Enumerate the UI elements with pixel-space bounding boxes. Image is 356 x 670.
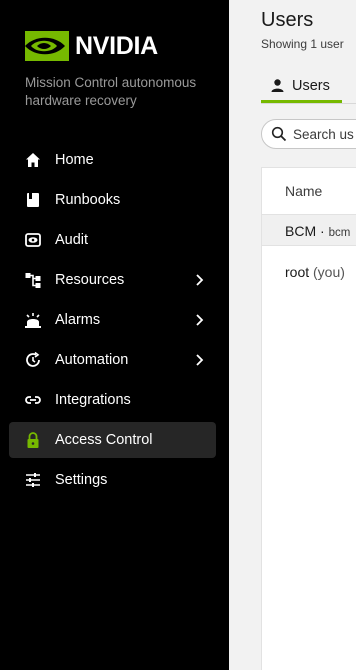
tab-label: Users	[292, 77, 330, 94]
link-icon	[24, 391, 42, 409]
sidebar: NVIDIA Mission Control autonomous hardwa…	[0, 0, 229, 670]
sliders-icon	[24, 471, 42, 489]
sidebar-nav: Home Runbooks Audit Resources Alarms Aut…	[9, 142, 216, 502]
tab-users[interactable]: Users	[261, 68, 330, 103]
sidebar-item-settings[interactable]: Settings	[9, 462, 216, 498]
table-header: Name	[262, 168, 356, 215]
group-name: BCM	[285, 223, 317, 239]
sidebar-item-access-control[interactable]: Access Control	[9, 422, 216, 458]
sidebar-item-automation[interactable]: Automation	[9, 342, 216, 378]
chevron-right-icon	[196, 354, 204, 366]
chevron-right-icon	[196, 274, 204, 286]
alarm-icon	[24, 311, 42, 329]
page-title: Users	[261, 9, 314, 31]
table-group-row[interactable]: BCM · bcm	[262, 215, 356, 246]
column-header-name[interactable]: Name	[285, 183, 322, 199]
table-row[interactable]: root (you)	[262, 254, 356, 290]
sidebar-item-label: Access Control	[55, 432, 153, 448]
group-label: BCM · bcm	[285, 223, 350, 239]
group-separator: ·	[316, 223, 329, 239]
page-subtitle: Showing 1 user	[261, 37, 344, 51]
sidebar-item-label: Integrations	[55, 392, 131, 408]
sidebar-item-integrations[interactable]: Integrations	[9, 382, 216, 418]
sidebar-item-audit[interactable]: Audit	[9, 222, 216, 258]
hierarchy-icon	[24, 271, 42, 289]
sidebar-item-resources[interactable]: Resources	[9, 262, 216, 298]
users-table: Name BCM · bcm root (you)	[261, 167, 356, 670]
sidebar-item-label: Runbooks	[55, 192, 121, 208]
sidebar-item-alarms[interactable]: Alarms	[9, 302, 216, 338]
nvidia-eye-icon	[25, 31, 69, 61]
user-name-cell: root (you)	[285, 264, 345, 280]
book-icon	[24, 191, 42, 209]
home-icon	[24, 151, 42, 169]
search-icon	[271, 126, 287, 142]
search-placeholder: Search us	[293, 126, 354, 142]
group-tag: bcm	[328, 227, 351, 239]
sidebar-item-label: Automation	[55, 352, 129, 368]
tabs-divider	[261, 103, 356, 104]
sidebar-item-label: Home	[55, 152, 94, 168]
user-name: root	[285, 264, 310, 280]
automation-icon	[24, 351, 42, 369]
sidebar-item-label: Resources	[55, 272, 125, 288]
sidebar-item-runbooks[interactable]: Runbooks	[9, 182, 216, 218]
lock-icon	[24, 431, 42, 449]
user-icon	[271, 79, 284, 92]
brand-name: NVIDIA	[75, 32, 158, 60]
sidebar-item-label: Settings	[55, 472, 108, 488]
sidebar-item-label: Audit	[55, 232, 89, 248]
nvidia-logo[interactable]: NVIDIA	[25, 31, 158, 61]
search-input[interactable]: Search us	[261, 119, 356, 149]
active-tab-indicator	[261, 100, 342, 103]
sidebar-item-home[interactable]: Home	[9, 142, 216, 178]
current-user-suffix: (you)	[309, 264, 345, 280]
eye-icon	[24, 231, 42, 249]
main-panel: Users Showing 1 user Users Search us Nam…	[229, 0, 356, 670]
sidebar-item-label: Alarms	[55, 312, 101, 328]
chevron-right-icon	[196, 314, 204, 326]
tagline: Mission Control autonomous hardware reco…	[25, 75, 197, 108]
